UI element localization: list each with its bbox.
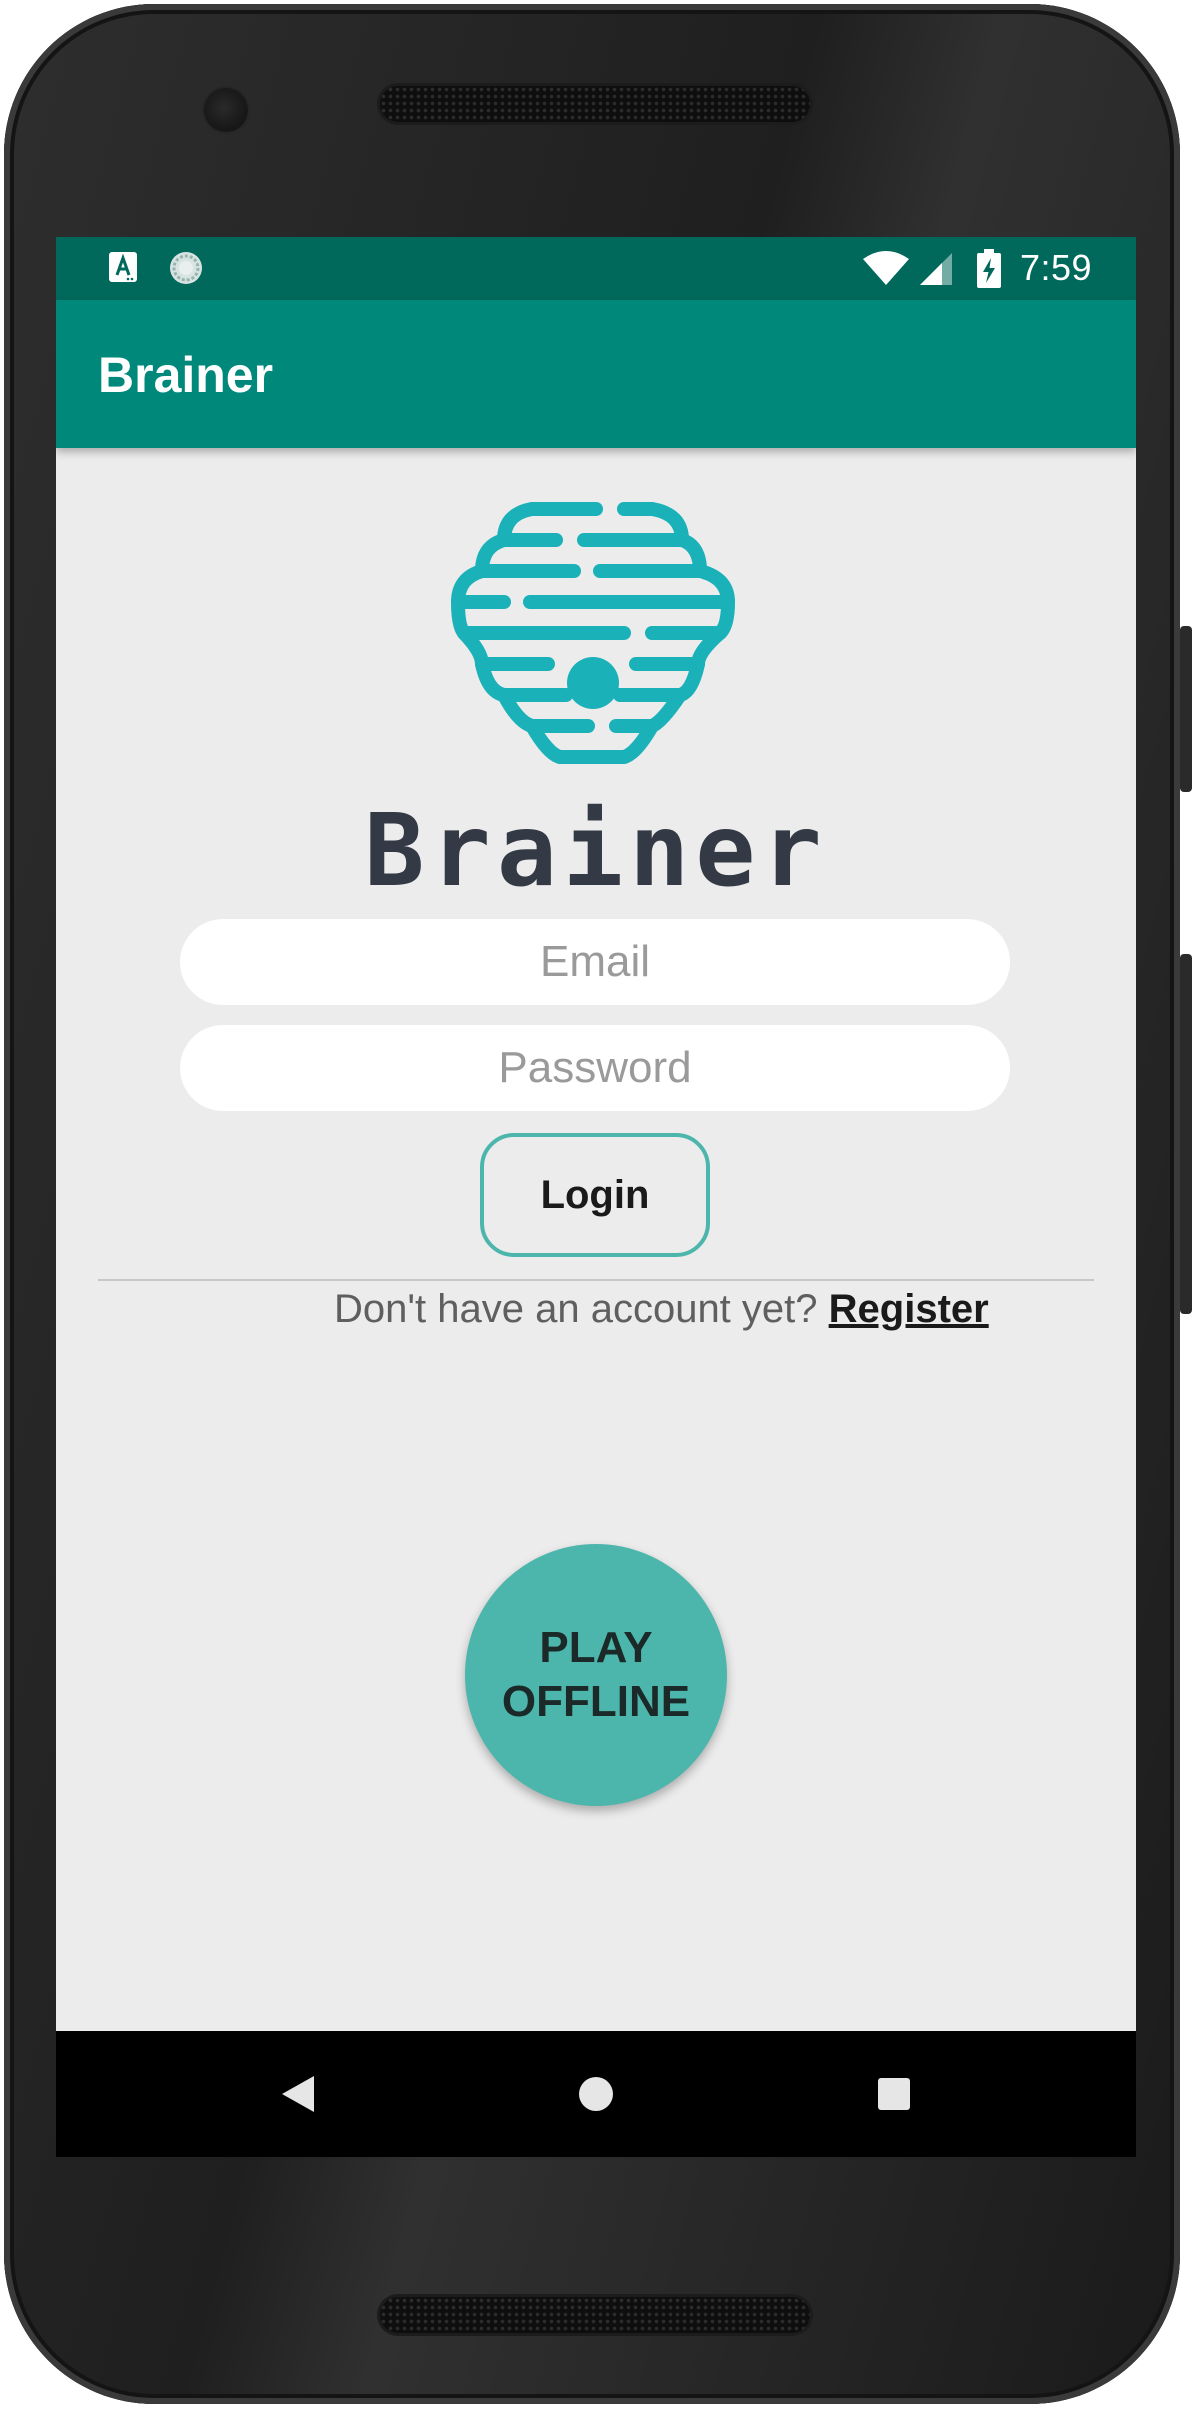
logo-wordmark: Brainer (364, 792, 828, 909)
login-button[interactable]: Login (480, 1133, 710, 1257)
home-icon[interactable] (577, 2075, 615, 2113)
cell-signal-icon (920, 253, 952, 285)
status-clock: 7:59 (1020, 247, 1093, 288)
device-screen: 7:59 Brainer Brainer Email Login Don't h… (56, 237, 1136, 2157)
play-offline-button[interactable]: PLAY OFFLINE (465, 1544, 727, 1806)
volume-button (1180, 954, 1192, 1314)
navigation-bar (56, 2031, 1136, 2157)
email-field[interactable] (180, 919, 1010, 1005)
app-title: Brainer (98, 347, 274, 403)
register-prompt-text: Don't have an account yet? (334, 1287, 829, 1331)
earpiece-speaker (380, 86, 810, 122)
status-bar: 7:59 (56, 237, 1136, 300)
app-bar: Brainer (56, 300, 1136, 448)
a-notification-icon (109, 252, 137, 282)
power-button (1180, 626, 1192, 792)
register-prompt: Don't have an account yet? Register (334, 1287, 989, 1332)
play-offline-line2: OFFLINE (501, 1677, 691, 1726)
play-offline-line1: PLAY (539, 1623, 653, 1672)
register-link[interactable]: Register (829, 1287, 989, 1331)
sync-icon (170, 252, 202, 284)
bottom-speaker (380, 2297, 810, 2333)
recents-icon[interactable] (876, 2076, 912, 2112)
battery-charging-icon (977, 249, 1001, 288)
wifi-icon (863, 251, 909, 285)
front-camera (204, 88, 248, 132)
back-icon[interactable] (280, 2074, 316, 2114)
phone-frame: 7:59 Brainer Brainer Email Login Don't h… (4, 4, 1180, 2404)
divider (98, 1279, 1094, 1281)
brain-hive-logo-icon (451, 502, 735, 764)
password-field[interactable] (180, 1025, 1010, 1111)
